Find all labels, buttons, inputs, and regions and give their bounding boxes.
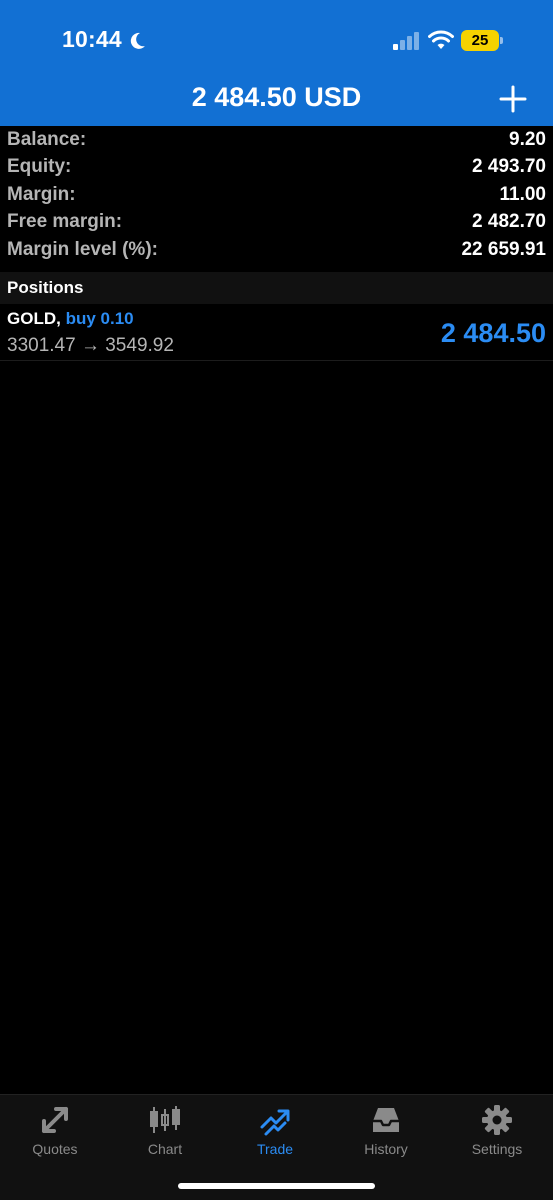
battery-icon: 25 <box>461 30 499 51</box>
status-time: 10:44 <box>62 26 122 52</box>
wifi-icon <box>428 30 454 49</box>
chart-icon <box>150 1106 180 1133</box>
margin-level-row: Margin level (%): 22 659.91 <box>0 236 553 264</box>
free-margin-row: Free margin: 2 482.70 <box>0 209 553 237</box>
info-label: Equity: <box>7 156 72 178</box>
tab-quotes[interactable]: Quotes <box>0 1095 110 1165</box>
info-label: Balance: <box>7 128 87 150</box>
quotes-icon <box>42 1107 68 1133</box>
position-symbol: GOLD, <box>7 309 61 328</box>
account-summary: Balance: 9.20 Equity: 2 493.70 Margin: 1… <box>0 126 553 264</box>
tab-chart[interactable]: Chart <box>110 1095 220 1165</box>
info-value: 2 493.70 <box>472 156 546 178</box>
info-value: 9.20 <box>509 128 546 150</box>
moon-icon <box>130 32 145 49</box>
tab-label: Quotes <box>32 1141 78 1157</box>
balance-row: Balance: 9.20 <box>0 126 553 154</box>
info-label: Margin level (%): <box>7 238 158 260</box>
home-indicator[interactable] <box>178 1183 375 1189</box>
tab-settings[interactable]: Settings <box>442 1095 552 1165</box>
position-symbol-line: GOLD, buy 0.10 <box>7 309 134 329</box>
trade-icon <box>260 1109 290 1136</box>
tab-history[interactable]: History <box>331 1095 441 1165</box>
info-label: Free margin: <box>7 211 123 233</box>
positions-section-header: Positions <box>0 272 553 304</box>
info-value: 22 659.91 <box>461 238 546 260</box>
info-label: Margin: <box>7 183 76 205</box>
position-type: buy 0.10 <box>65 309 134 328</box>
trade-screen: 10:44 25 2 484.50 USD Balance: 9.20 Equi… <box>0 0 553 1200</box>
settings-icon <box>482 1105 512 1135</box>
header-bar: 10:44 25 2 484.50 USD <box>0 0 553 126</box>
margin-row: Margin: 11.00 <box>0 181 553 209</box>
info-value: 11.00 <box>499 183 547 205</box>
equity-row: Equity: 2 493.70 <box>0 154 553 182</box>
tab-label: History <box>364 1141 408 1157</box>
plus-icon[interactable] <box>498 84 528 114</box>
position-prices: 3301.47 → 3549.92 <box>7 335 174 356</box>
page-title: 2 484.50 USD <box>191 82 362 112</box>
history-icon <box>373 1108 399 1132</box>
tab-label: Trade <box>256 1141 294 1157</box>
battery-nub <box>500 37 503 44</box>
info-value: 2 482.70 <box>472 211 546 233</box>
position-profit: 2 484.50 <box>440 318 546 348</box>
position-row[interactable]: GOLD, buy 0.10 3301.47 → 3549.92 2 484.5… <box>0 304 553 361</box>
tab-label: Chart <box>147 1141 183 1157</box>
tab-label: Settings <box>471 1141 523 1157</box>
tab-trade[interactable]: Trade <box>220 1095 330 1165</box>
signal-icon <box>393 32 419 50</box>
